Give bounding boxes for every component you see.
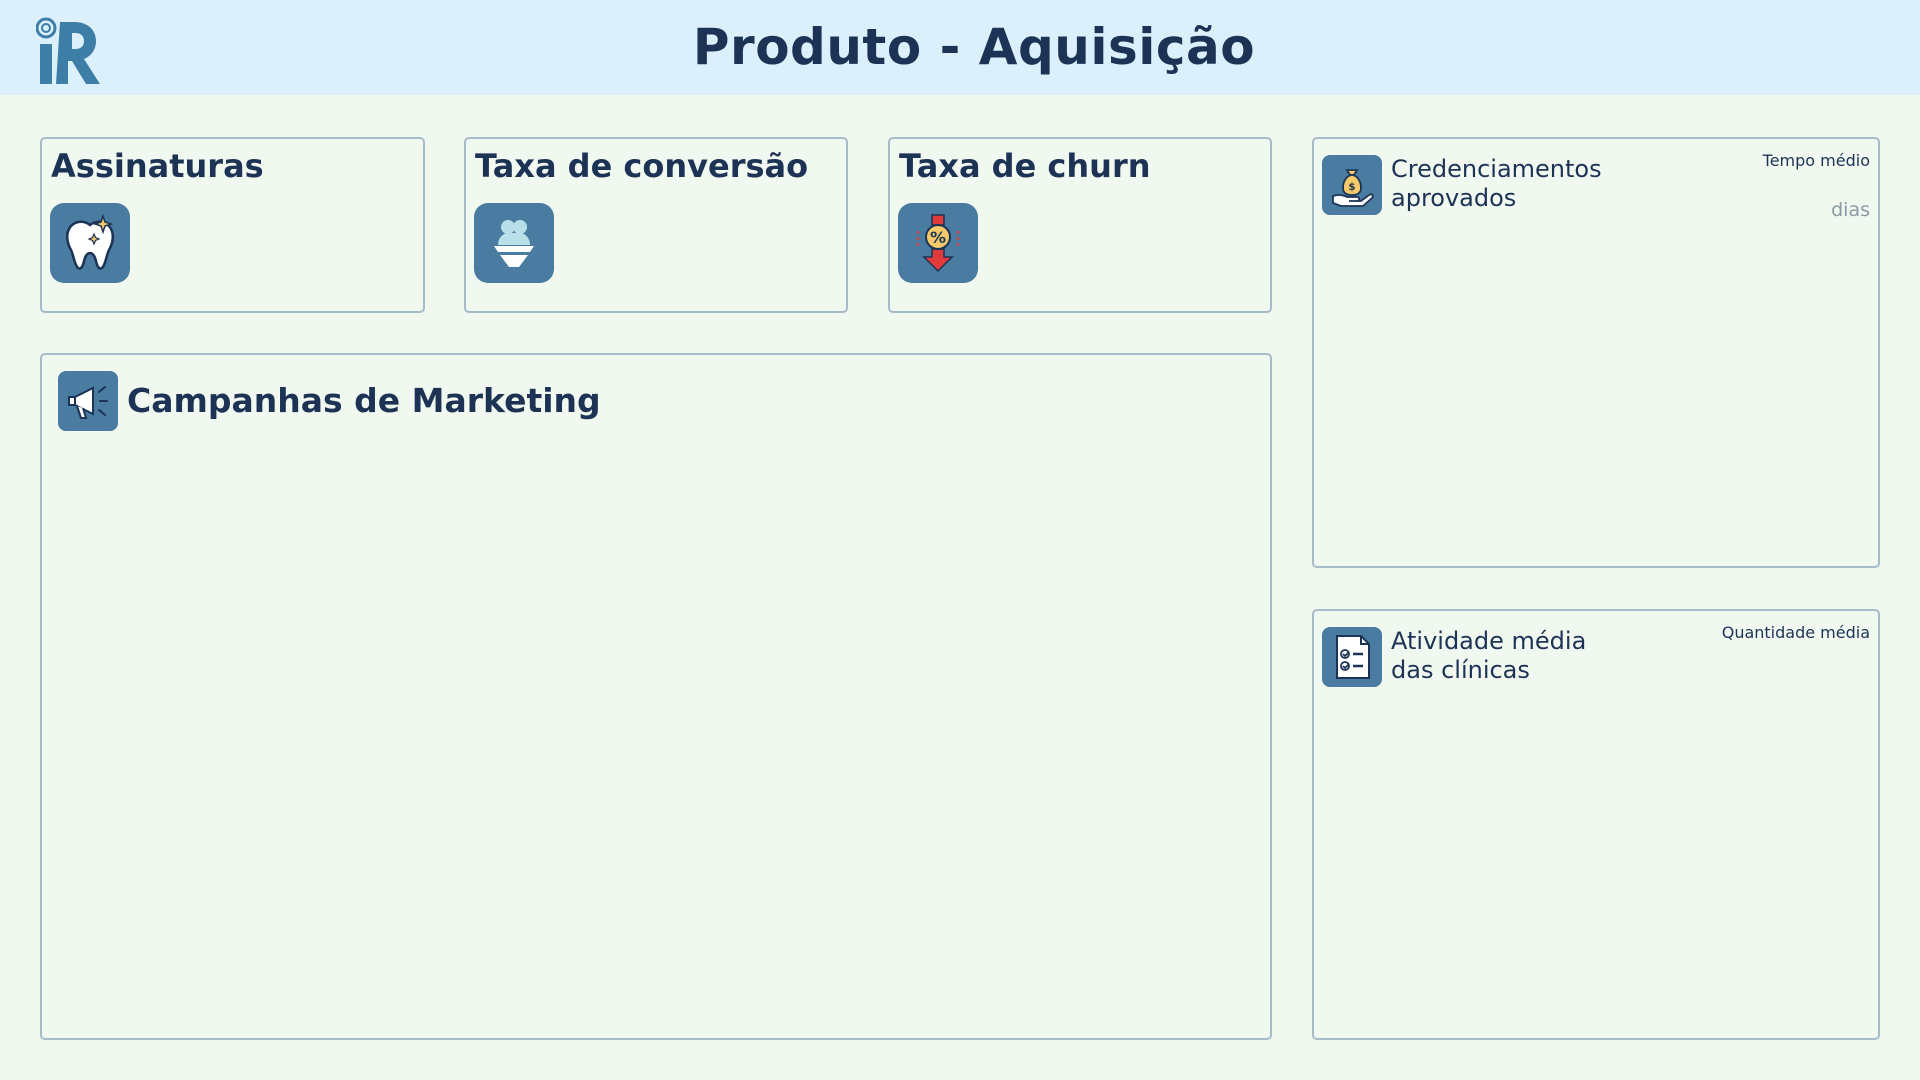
credenciamentos-title: Credenciamentos aprovados <box>1391 155 1602 212</box>
marketing-title: Campanhas de Marketing <box>127 381 601 420</box>
kpi-card-taxa-churn: Taxa de churn % <box>888 137 1272 313</box>
svg-text:%: % <box>930 228 946 247</box>
atividade-meta-label: Quantidade média <box>1721 623 1870 642</box>
kpi-card-assinaturas: Assinaturas <box>40 137 425 313</box>
atividade-panel: Atividade média das clínicas Quantidade … <box>1312 609 1880 1040</box>
credenciamentos-unit: dias <box>1831 199 1870 221</box>
atividade-title: Atividade média das clínicas <box>1391 627 1587 684</box>
kpi-card-taxa-conversao: Taxa de conversão <box>464 137 848 313</box>
percent-down-arrow-icon: % <box>898 203 978 283</box>
marketing-panel: Campanhas de Marketing <box>40 353 1272 1040</box>
tooth-sparkle-icon <box>50 203 130 283</box>
kpi-title: Taxa de conversão <box>475 147 809 185</box>
credenciamentos-panel: $ Credenciamentos aprovados Tempo médio … <box>1312 137 1880 568</box>
svg-text:$: $ <box>1349 182 1356 193</box>
megaphone-icon <box>58 371 118 431</box>
checklist-document-icon <box>1322 627 1382 687</box>
page-title: Produto - Aquisição <box>692 18 1256 76</box>
credenciamentos-meta-label: Tempo médio <box>1762 151 1870 170</box>
kpi-title: Assinaturas <box>51 147 264 185</box>
page-header: Produto - Aquisição <box>0 0 1920 95</box>
money-bag-hand-icon: $ <box>1322 155 1382 215</box>
kpi-title: Taxa de churn <box>899 147 1151 185</box>
funnel-users-icon <box>474 203 554 283</box>
